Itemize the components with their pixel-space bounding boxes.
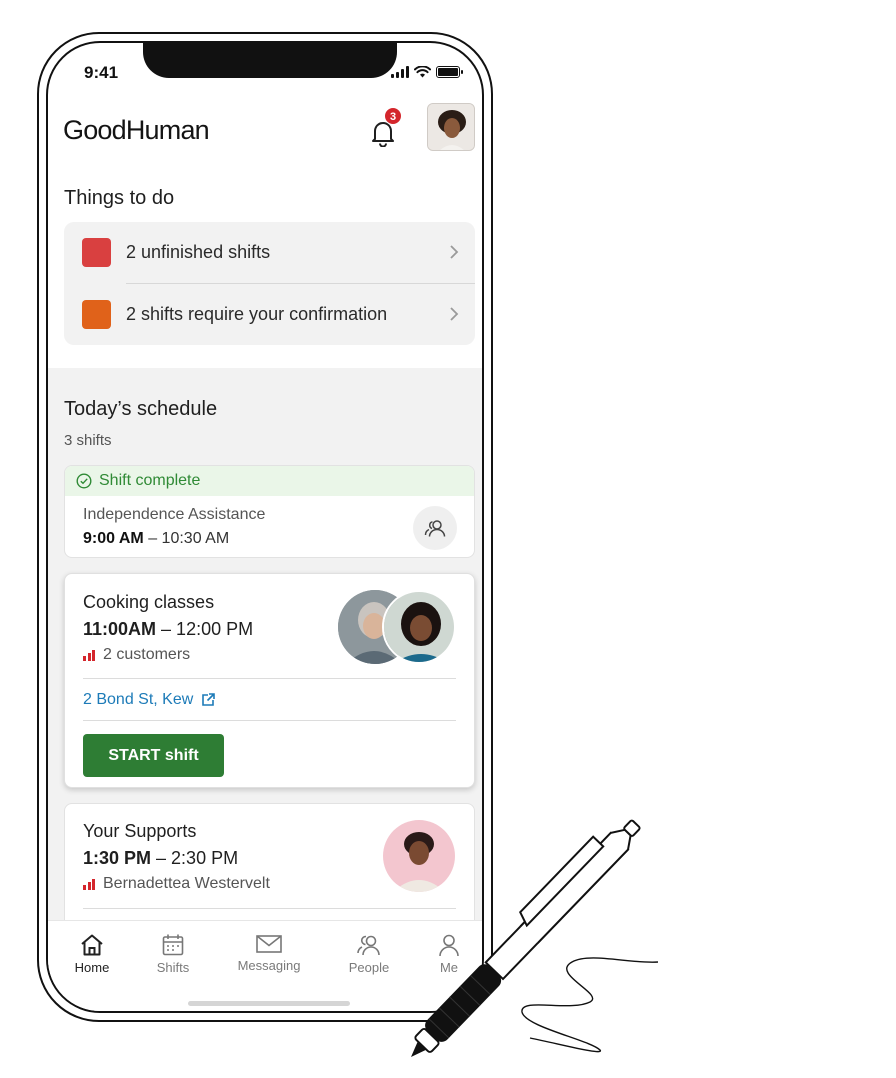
customer-name: Bernadettea Westervelt bbox=[83, 875, 270, 893]
customer-avatar-2 bbox=[382, 590, 456, 664]
orange-status-square bbox=[82, 300, 111, 329]
customer-count: 2 customers bbox=[83, 646, 190, 664]
shift-time: 1:30 PM – 2:30 PM bbox=[83, 848, 239, 868]
pen-illustration bbox=[411, 819, 659, 1057]
wifi-icon bbox=[414, 66, 431, 78]
notification-badge: 3 bbox=[384, 107, 402, 125]
shift-time: 9:00 AM – 10:30 AM bbox=[83, 530, 230, 547]
tab-people[interactable]: People bbox=[329, 933, 409, 975]
schedule-count: 3 shifts bbox=[64, 432, 112, 449]
priority-bars-icon bbox=[83, 878, 95, 890]
profile-photo bbox=[428, 104, 474, 150]
shift-card-completed[interactable]: Shift complete Independence Assistance 9… bbox=[64, 465, 475, 558]
todo-item-confirmation[interactable]: 2 shifts require your confirmation bbox=[64, 284, 475, 345]
tab-home[interactable]: Home bbox=[52, 933, 132, 975]
service-name: Independence Assistance bbox=[83, 506, 266, 523]
phone-notch bbox=[143, 43, 397, 78]
red-status-square bbox=[82, 238, 111, 267]
shift-time: 11:00AM – 12:00 PM bbox=[83, 619, 254, 639]
tab-shifts[interactable]: Shifts bbox=[133, 933, 213, 975]
home-icon bbox=[81, 934, 103, 956]
status-time: 9:41 bbox=[84, 63, 119, 82]
mail-icon bbox=[256, 935, 282, 953]
check-circle-icon bbox=[76, 473, 92, 489]
start-shift-button[interactable]: START shift bbox=[83, 734, 224, 777]
signal-icon bbox=[391, 66, 409, 78]
people-icon bbox=[357, 935, 380, 956]
shift-card-upcoming[interactable]: Cooking classes 11:00AM – 12:00 PM 2 cus… bbox=[64, 573, 475, 788]
todo-item-label: 2 unfinished shifts bbox=[126, 242, 271, 262]
app-logo: GoodHuman bbox=[63, 115, 210, 145]
external-link-icon bbox=[202, 693, 216, 706]
divider bbox=[83, 678, 456, 679]
schedule-title: Today’s schedule bbox=[64, 398, 218, 420]
shift-status: Shift complete bbox=[99, 472, 201, 489]
todo-item-label: 2 shifts require your confirmation bbox=[126, 304, 388, 324]
calendar-icon bbox=[162, 934, 184, 956]
address-link[interactable]: 2 Bond St, Kew bbox=[83, 691, 216, 709]
shift-complete-banner: Shift complete bbox=[65, 466, 474, 496]
chevron-right-icon bbox=[450, 307, 459, 321]
priority-bars-icon bbox=[83, 649, 95, 661]
shift-title: Cooking classes bbox=[83, 592, 215, 612]
todo-item-unfinished[interactable]: 2 unfinished shifts bbox=[64, 222, 475, 283]
things-to-do-title: Things to do bbox=[64, 187, 175, 209]
battery-icon bbox=[436, 66, 463, 78]
shift-title: Your Supports bbox=[83, 821, 197, 841]
todo-card: 2 unfinished shifts 2 shifts require you… bbox=[64, 222, 475, 345]
divider bbox=[83, 720, 456, 721]
people-button[interactable] bbox=[413, 506, 457, 550]
home-indicator bbox=[188, 1001, 350, 1006]
tab-messaging[interactable]: Messaging bbox=[229, 933, 309, 973]
chevron-right-icon bbox=[450, 245, 459, 259]
avatar[interactable] bbox=[427, 103, 475, 151]
status-icons bbox=[391, 66, 463, 78]
people-icon bbox=[424, 520, 446, 537]
